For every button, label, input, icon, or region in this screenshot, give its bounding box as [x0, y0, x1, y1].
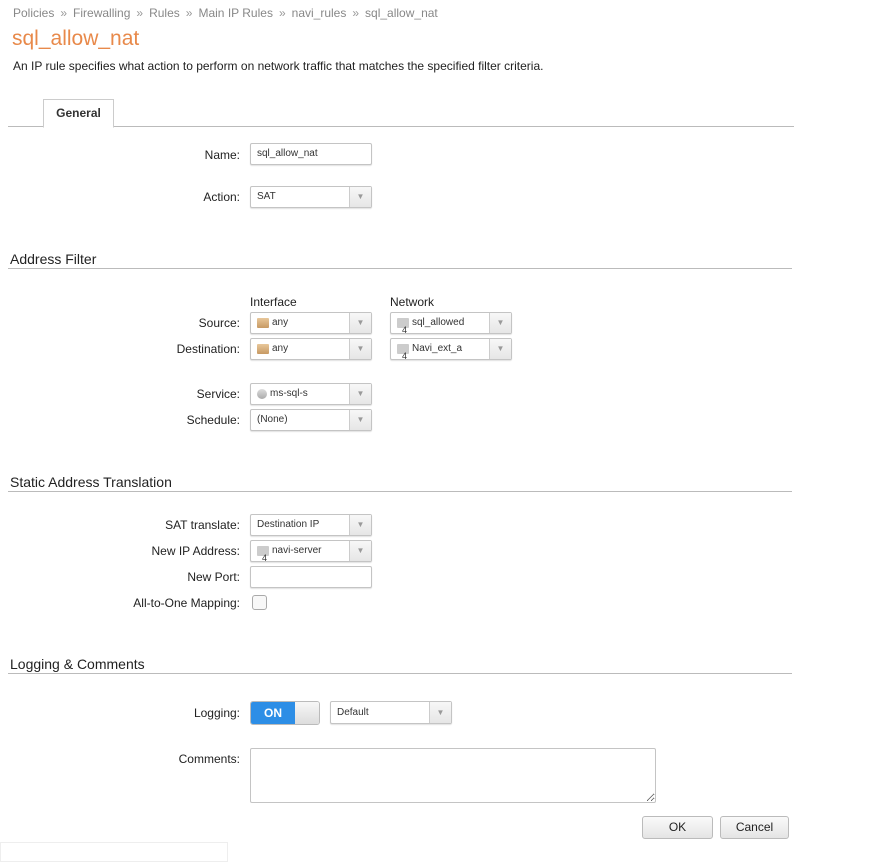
breadcrumb: Policies » Firewalling » Rules » Main IP Rules… — [13, 6, 438, 20]
tab-divider — [8, 126, 794, 127]
destination-interface-select[interactable]: any ▼ — [250, 338, 372, 360]
section-divider — [8, 268, 792, 269]
toggle-knob — [295, 702, 319, 724]
interface-header: Interface — [250, 295, 297, 309]
cancel-button[interactable]: Cancel — [720, 816, 789, 839]
source-label: Source: — [198, 316, 240, 330]
interface-icon — [257, 318, 269, 328]
destination-label: Destination: — [176, 342, 240, 356]
logging-heading: Logging & Comments — [10, 656, 145, 672]
service-value: ms-sql-s — [270, 388, 308, 399]
all-to-one-label: All-to-One Mapping: — [133, 596, 240, 610]
network-header: Network — [390, 295, 435, 309]
sat-translate-value: Destination IP — [257, 519, 320, 530]
network-object-icon: 4 — [397, 318, 409, 335]
new-ip-value: navi-server — [272, 545, 322, 556]
section-divider — [8, 491, 792, 492]
chevron-down-icon: ▼ — [349, 515, 371, 535]
source-interface-value: any — [272, 317, 289, 328]
breadcrumb-main-ip-rules[interactable]: Main IP Rules — [198, 6, 272, 20]
breadcrumb-navi-rules[interactable]: navi_rules — [292, 6, 347, 20]
network-object-icon: 4 — [257, 546, 269, 563]
chevron-down-icon: ▼ — [349, 384, 371, 404]
breadcrumb-separator: » — [185, 6, 193, 20]
chevron-down-icon: ▼ — [349, 541, 371, 561]
destination-network-select[interactable]: 4 Navi_ext_a ▼ — [390, 338, 512, 361]
new-ip-label: New IP Address: — [151, 544, 241, 558]
service-icon — [257, 389, 267, 399]
logging-label: Logging: — [193, 706, 240, 720]
chevron-down-icon: ▼ — [349, 313, 371, 333]
schedule-value: (None) — [257, 414, 288, 425]
chevron-down-icon: ▼ — [349, 187, 371, 207]
toggle-on-label: ON — [251, 702, 295, 724]
source-network-value: sql_allowed — [412, 317, 465, 328]
chevron-down-icon: ▼ — [489, 339, 511, 359]
breadcrumb-separator: » — [60, 6, 68, 20]
source-network-select[interactable]: 4 sql_allowed ▼ — [390, 312, 512, 335]
service-label: Service: — [196, 387, 240, 401]
section-divider — [8, 673, 792, 674]
page-title: sql_allow_nat — [12, 27, 140, 50]
destination-interface-value: any — [272, 343, 289, 354]
name-input[interactable]: sql_allow_nat — [250, 143, 372, 165]
breadcrumb-separator: » — [352, 6, 360, 20]
action-select[interactable]: SAT ▼ — [250, 186, 372, 208]
service-select[interactable]: ms-sql-s ▼ — [250, 383, 372, 405]
sat-translate-select[interactable]: Destination IP ▼ — [250, 514, 372, 536]
interface-icon — [257, 344, 269, 354]
schedule-select[interactable]: (None) ▼ — [250, 409, 372, 431]
comments-label: Comments: — [178, 752, 240, 766]
chevron-down-icon: ▼ — [429, 702, 451, 723]
sat-translate-label: SAT translate: — [165, 518, 240, 532]
chevron-down-icon: ▼ — [349, 339, 371, 359]
breadcrumb-rules[interactable]: Rules — [149, 6, 180, 20]
status-bar-fragment — [0, 842, 228, 862]
comments-textarea[interactable] — [250, 748, 656, 803]
name-label: Name: — [204, 148, 240, 162]
schedule-label: Schedule: — [186, 413, 240, 427]
action-value: SAT — [257, 191, 276, 202]
all-to-one-checkbox[interactable] — [252, 595, 267, 610]
ok-button[interactable]: OK — [642, 816, 713, 839]
logging-toggle[interactable]: ON — [250, 701, 320, 725]
network-object-icon: 4 — [397, 344, 409, 361]
action-label: Action: — [203, 190, 240, 204]
breadcrumb-current: sql_allow_nat — [365, 6, 438, 20]
new-ip-select[interactable]: 4 navi-server ▼ — [250, 540, 372, 563]
destination-network-value: Navi_ext_a — [412, 343, 463, 354]
page-description: An IP rule specifies what action to perf… — [13, 59, 544, 73]
new-port-label: New Port: — [187, 570, 240, 584]
logging-severity-select[interactable]: Default ▼ — [330, 701, 452, 724]
source-interface-select[interactable]: any ▼ — [250, 312, 372, 334]
chevron-down-icon: ▼ — [489, 313, 511, 333]
breadcrumb-policies[interactable]: Policies — [13, 6, 54, 20]
chevron-down-icon: ▼ — [349, 410, 371, 430]
severity-value: Default — [337, 706, 369, 718]
breadcrumb-separator: » — [278, 6, 286, 20]
breadcrumb-firewalling[interactable]: Firewalling — [73, 6, 130, 20]
new-port-input[interactable] — [250, 566, 372, 588]
tab-general[interactable]: General — [43, 99, 114, 128]
breadcrumb-separator: » — [136, 6, 144, 20]
sat-heading: Static Address Translation — [10, 474, 172, 490]
address-filter-heading: Address Filter — [10, 251, 97, 267]
